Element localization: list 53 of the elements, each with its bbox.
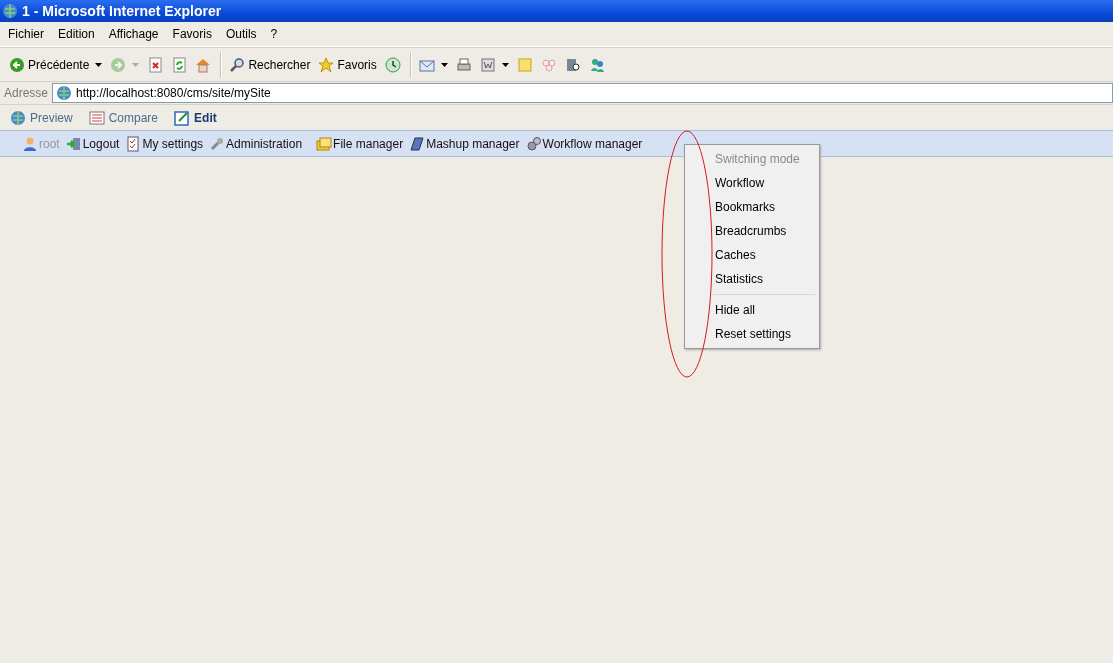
star-icon <box>318 56 335 73</box>
user-icon <box>22 135 38 152</box>
menu-item[interactable]: Fichier <box>3 27 50 41</box>
menu-item[interactable]: Edition <box>53 27 101 41</box>
history-icon <box>384 56 401 73</box>
mode-tab[interactable]: Compare <box>88 109 159 126</box>
globe-icon <box>10 109 26 126</box>
toolbar-link[interactable]: Administration <box>209 135 303 152</box>
toolbar-link[interactable]: Logout <box>65 135 120 152</box>
menu-item[interactable]: Hide all <box>685 298 819 322</box>
folders-icon <box>316 135 333 152</box>
caret-icon <box>501 62 509 67</box>
menu-item[interactable]: Bookmarks <box>685 195 819 219</box>
caret-icon <box>440 62 448 67</box>
toolbar-button[interactable]: Favoris <box>315 54 380 75</box>
menu-item[interactable]: Affichage <box>103 27 165 41</box>
messenger-icon <box>588 56 605 73</box>
logout-icon <box>65 135 82 152</box>
wrench-icon <box>209 135 226 152</box>
menu-item[interactable]: Breadcrumbs <box>685 219 819 243</box>
refresh-icon <box>171 56 188 73</box>
toolbar-link[interactable]: Workflow manager <box>525 135 643 152</box>
menu-item[interactable]: Statistics <box>685 267 819 291</box>
menu-item[interactable]: ? <box>265 27 284 41</box>
mode-tab[interactable]: Preview <box>10 109 73 126</box>
printer-icon <box>455 56 472 73</box>
globe-icon <box>2 3 18 19</box>
toolbar-button[interactable]: Précédente <box>6 54 106 75</box>
checklist-icon <box>125 135 142 152</box>
compare-icon <box>88 109 105 126</box>
document-icon <box>479 56 496 73</box>
menu-item[interactable]: Workflow <box>685 171 819 195</box>
toolbar-link[interactable]: File manager <box>316 135 404 152</box>
note-icon <box>516 56 533 73</box>
address-label: Adresse <box>3 86 50 100</box>
home-icon <box>195 56 212 73</box>
search-icon <box>229 56 246 73</box>
menu-item[interactable]: Caches <box>685 243 819 267</box>
menu-item[interactable]: Favoris <box>167 27 218 41</box>
toolbar-button[interactable]: Rechercher <box>226 54 314 75</box>
toolbar-link[interactable]: Mashup manager <box>409 135 520 152</box>
edit-icon <box>174 109 191 126</box>
mode-tab[interactable]: Edit <box>174 109 217 126</box>
address-field[interactable]: http://localhost:8080/cms/site/mySite <box>52 83 1113 103</box>
caret-icon <box>132 62 140 67</box>
rings-icon <box>540 56 557 73</box>
caret-icon <box>95 62 103 67</box>
menu-item[interactable]: Outils <box>220 27 263 41</box>
window-title: 1 - Microsoft Internet Explorer <box>22 3 222 19</box>
globe-icon <box>56 85 73 101</box>
menu-item[interactable]: Reset settings <box>685 322 819 346</box>
toolbar-link[interactable]: My settings <box>125 135 204 152</box>
stop-icon <box>147 56 164 73</box>
